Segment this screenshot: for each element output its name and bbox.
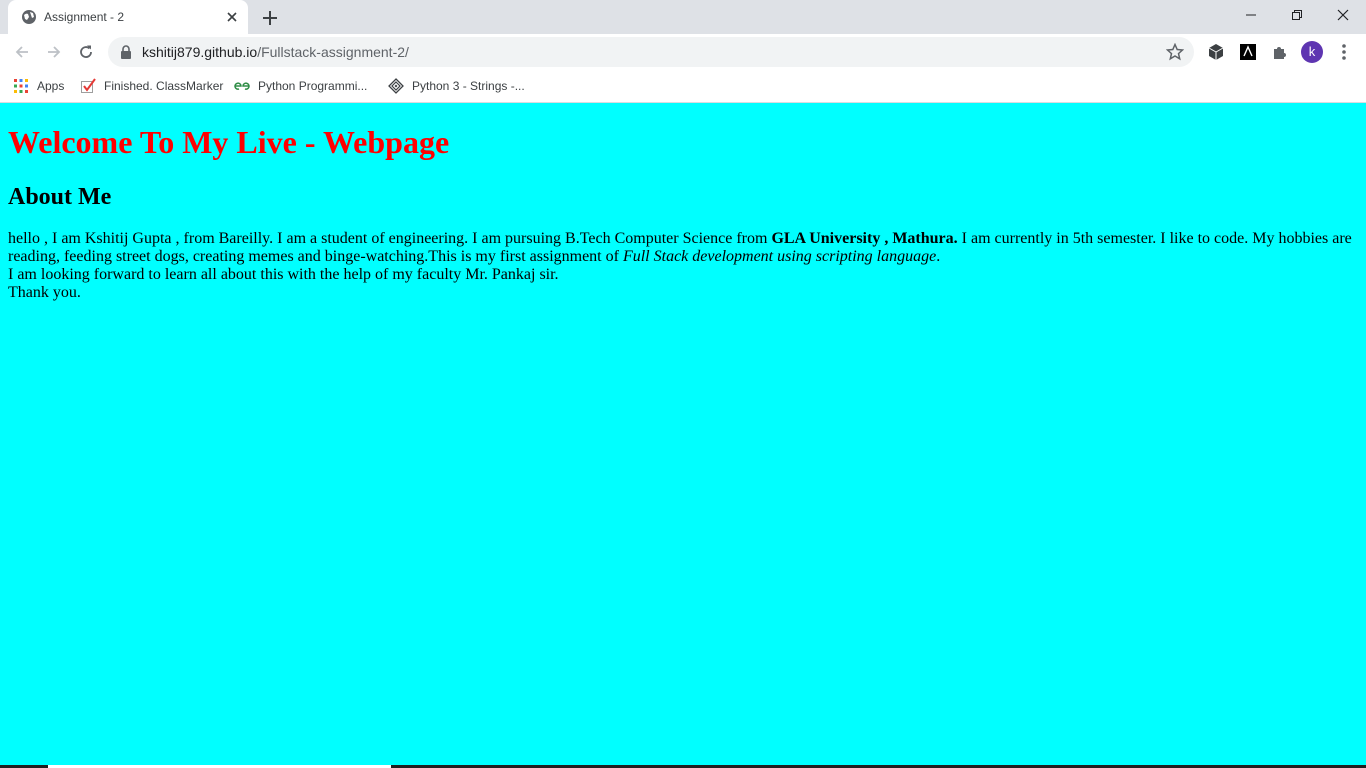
apps-grid-icon [14, 79, 28, 93]
browser-tab[interactable]: Assignment - 2 [8, 0, 248, 34]
reload-icon [80, 45, 92, 58]
browser-toolbar: kshitij879.github.io/Fullstack-assignmen… [0, 34, 1366, 70]
lock-icon[interactable] [120, 45, 132, 59]
diamond-icon [388, 78, 404, 94]
bookmark-label: Python 3 - Strings -... [412, 79, 525, 93]
bookmarks-bar: Apps Finished. ClassMarker Python Progra… [0, 70, 1366, 103]
bookmark-apps[interactable]: Apps [13, 76, 71, 96]
university-text: GLA University , Mathura. [771, 230, 958, 247]
bookmark-label: Python Programmi... [258, 79, 368, 93]
web-page: Welcome To My Live - Webpage About Me he… [0, 103, 1366, 768]
bookmark-star-icon[interactable] [1166, 43, 1184, 61]
address-bar[interactable]: kshitij879.github.io/Fullstack-assignmen… [108, 37, 1194, 67]
close-icon [1337, 9, 1349, 21]
checkbox-icon [81, 78, 96, 93]
forward-button[interactable] [40, 38, 68, 66]
close-window-button[interactable] [1320, 0, 1366, 30]
minimize-button[interactable] [1228, 0, 1274, 30]
back-arrow-icon [15, 46, 28, 58]
bookmark-label: Finished. ClassMarker [104, 79, 224, 93]
url-text: kshitij879.github.io/Fullstack-assignmen… [142, 44, 409, 60]
reload-button[interactable] [72, 38, 100, 66]
end-text: . [936, 248, 941, 265]
tab-strip: Assignment - 2 [0, 0, 1366, 34]
forward-arrow-icon [48, 46, 61, 58]
about-heading: About Me [8, 184, 112, 210]
globe-icon [22, 10, 36, 24]
bookmark-label: Apps [37, 79, 65, 93]
minimize-icon [1246, 14, 1256, 16]
restore-button[interactable] [1274, 0, 1320, 30]
back-button[interactable] [8, 38, 36, 66]
forward-text: I am looking forward to learn all about … [8, 266, 559, 283]
extensions-puzzle-icon[interactable] [1269, 41, 1291, 63]
tab-title: Assignment - 2 [44, 10, 125, 24]
course-text: Full Stack development using scripting l… [622, 248, 937, 265]
url-domain: kshitij879.github.io [142, 44, 258, 60]
bookmark-python-programming[interactable]: Python Programmi... [234, 76, 374, 96]
bookmark-classmarker[interactable]: Finished. ClassMarker [80, 76, 225, 96]
bookmark-python-strings[interactable]: Python 3 - Strings -... [388, 76, 533, 96]
page-title: Welcome To My Live - Webpage [8, 124, 450, 160]
close-tab-icon[interactable] [224, 9, 240, 25]
url-path: /Fullstack-assignment-2/ [257, 44, 409, 60]
intro-text: hello , I am Kshitij Gupta , from Bareil… [8, 230, 772, 247]
thanks-text: Thank you. [8, 284, 81, 301]
extension-dark-icon[interactable] [1237, 41, 1259, 63]
new-tab-icon[interactable] [258, 6, 282, 30]
about-paragraph: hello , I am Kshitij Gupta , from Bareil… [8, 230, 1358, 302]
extension-cube-icon[interactable] [1205, 41, 1227, 63]
menu-dots-icon[interactable] [1336, 41, 1352, 63]
gfg-icon [234, 82, 250, 90]
profile-avatar[interactable]: k [1301, 41, 1323, 63]
restore-icon [1292, 10, 1302, 20]
